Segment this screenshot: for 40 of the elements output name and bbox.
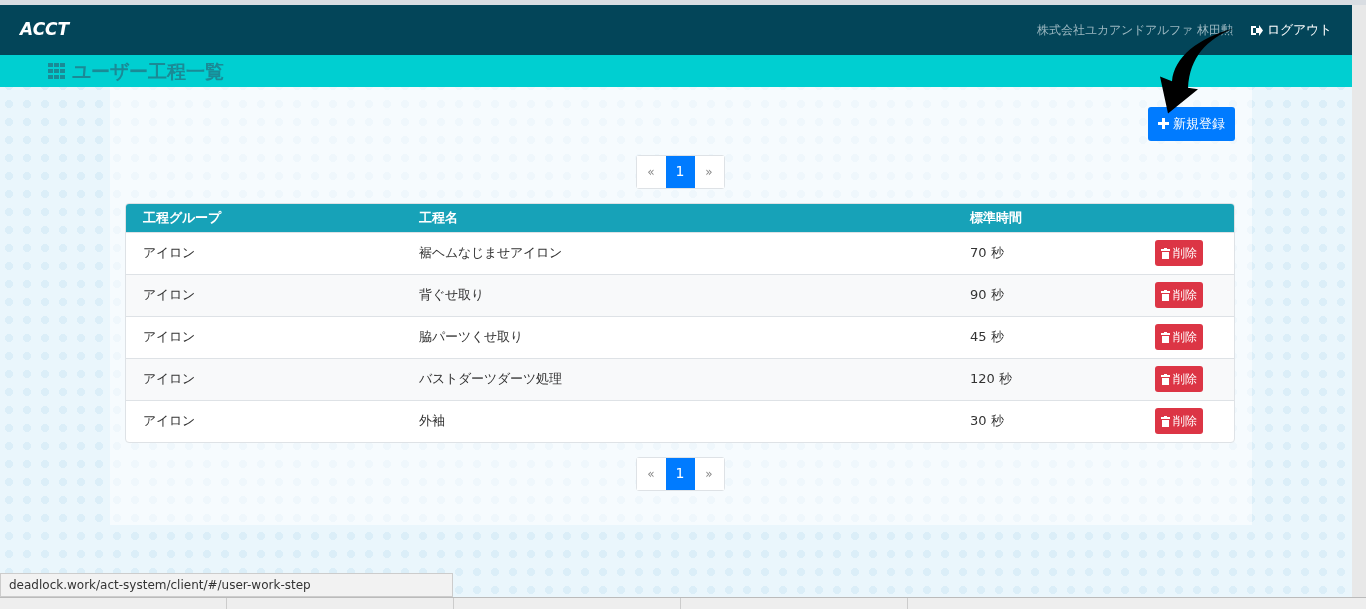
logout-icon: [1251, 24, 1263, 36]
delete-button[interactable]: 削除: [1155, 240, 1203, 266]
delete-button[interactable]: 削除: [1155, 282, 1203, 308]
table-cell-text: 外袖: [418, 412, 446, 431]
trash-icon: [1161, 373, 1170, 385]
delete-button[interactable]: 削除: [1155, 324, 1203, 350]
column-header: 工程グループ: [142, 208, 223, 227]
user-name: 株式会社ユカアンドアルファ 林田勲: [1037, 22, 1233, 39]
trash-icon: [1161, 247, 1170, 259]
grid-icon: [48, 63, 66, 79]
trash-icon: [1161, 289, 1170, 301]
delete-button[interactable]: 削除: [1155, 408, 1203, 434]
column-header: 工程名: [418, 208, 459, 227]
table-cell-text: アイロン: [142, 328, 196, 347]
table-cell-text: 背ぐせ取り: [418, 286, 485, 305]
table-cell-text: 45 秒: [969, 328, 1005, 347]
table-cell-text: バストダーツダーツ処理: [418, 370, 563, 389]
table-cell-text: アイロン: [142, 244, 196, 263]
delete-button[interactable]: 削除: [1155, 366, 1203, 392]
new-register-button[interactable]: 新規登録: [1148, 107, 1235, 141]
page-title: ユーザー工程一覧: [72, 58, 224, 84]
plus-icon: [1158, 118, 1169, 130]
table-cell-text: アイロン: [142, 286, 196, 305]
table-cell-text: 脇パーツくせ取り: [418, 328, 524, 347]
scrollbar[interactable]: [1352, 5, 1366, 597]
table-cell-text: 120 秒: [969, 370, 1013, 389]
column-header: 標準時間: [968, 208, 1023, 227]
page-link[interactable]: 1: [665, 155, 695, 188]
table-cell-text: アイロン: [142, 412, 196, 431]
page-link[interactable]: 1: [665, 457, 695, 490]
logout-link[interactable]: ログアウト: [1251, 20, 1332, 40]
table-cell-text: 30 秒: [969, 412, 1005, 431]
trash-icon: [1161, 415, 1170, 427]
table-cell-text: 70 秒: [969, 244, 1005, 263]
status-url: deadlock.work/act-system/client/#/user-work-step: [0, 573, 453, 597]
brand-logo[interactable]: ACCT: [20, 17, 70, 43]
table-cell-text: 90 秒: [969, 286, 1005, 305]
table-cell-text: アイロン: [142, 370, 196, 389]
table-cell-text: 裾ヘムなじませアイロン: [418, 244, 563, 263]
trash-icon: [1161, 331, 1170, 343]
